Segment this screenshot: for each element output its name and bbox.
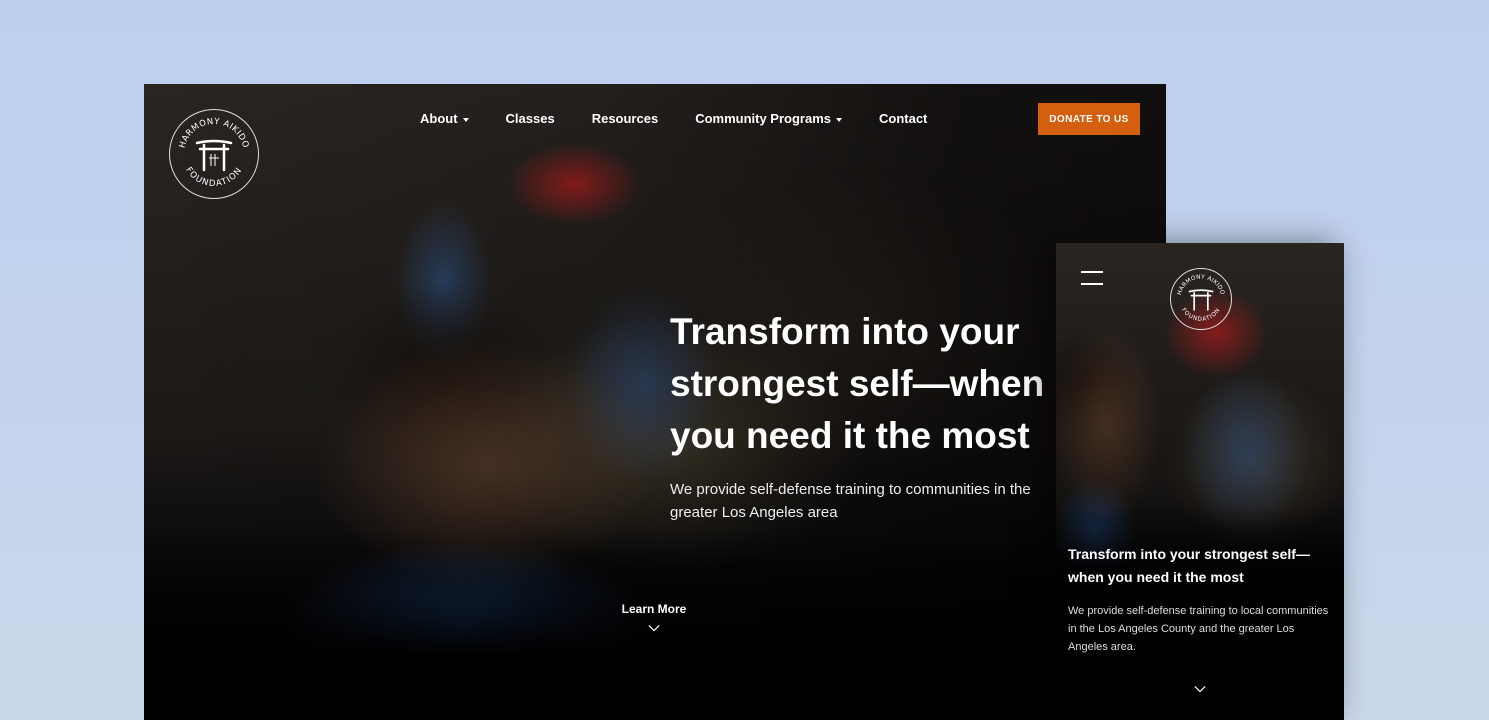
hero-subtitle: We provide self-defense training to comm… bbox=[670, 481, 1031, 521]
caret-down-icon bbox=[836, 117, 842, 122]
nav-label: Resources bbox=[591, 111, 659, 126]
chevron-down-icon[interactable] bbox=[1194, 683, 1206, 695]
nav-item-about[interactable]: About bbox=[420, 111, 469, 126]
mobile-hero-title: Transform into your strongest self—when … bbox=[1068, 546, 1310, 585]
nav-item-classes[interactable]: Classes bbox=[506, 111, 555, 126]
caret-down-icon bbox=[462, 117, 469, 122]
svg-text:FOUNDATION: FOUNDATION bbox=[183, 165, 244, 189]
learn-more-link[interactable]: Learn More bbox=[614, 602, 694, 634]
hero-title: Transform into your strongest self—when … bbox=[670, 311, 1045, 456]
chevron-down-icon bbox=[648, 625, 660, 632]
mobile-foundation-logo[interactable]: HARMONY AIKIDO FOUNDATION bbox=[1170, 268, 1232, 330]
main-nav: About Classes Resources Community Progra… bbox=[420, 111, 964, 126]
desktop-mockup: HARMONY AIKIDO FOUNDATION About Classes … bbox=[144, 84, 1166, 720]
logo-bottom-text: FOUNDATION bbox=[183, 165, 243, 189]
mobile-mockup: HARMONY AIKIDO FOUNDATION Transform into… bbox=[1056, 243, 1344, 720]
nav-label: Classes bbox=[505, 111, 555, 126]
torii-gate-icon: HARMONY AIKIDO FOUNDATION bbox=[178, 117, 251, 189]
torii-gate-icon: HARMONY AIKIDO FOUNDATION bbox=[1177, 274, 1225, 323]
nav-item-resources[interactable]: Resources bbox=[592, 111, 658, 126]
donate-button[interactable]: DONATE TO US bbox=[1038, 103, 1140, 135]
learn-more-label: Learn More bbox=[621, 602, 687, 616]
hamburger-menu-icon[interactable] bbox=[1081, 271, 1103, 285]
mobile-logo-top-text: HARMONY AIKIDO bbox=[1177, 274, 1225, 296]
nav-label: Community Programs bbox=[695, 111, 831, 126]
nav-item-community-programs[interactable]: Community Programs bbox=[695, 111, 842, 126]
svg-text:HARMONY AIKIDO: HARMONY AIKIDO bbox=[178, 117, 251, 150]
svg-text:FOUNDATION: FOUNDATION bbox=[1180, 307, 1222, 323]
svg-text:HARMONY AIKIDO: HARMONY AIKIDO bbox=[1177, 274, 1225, 296]
nav-label: About bbox=[420, 111, 458, 126]
nav-label: Contact bbox=[879, 111, 928, 126]
logo-top-text: HARMONY AIKIDO bbox=[178, 117, 250, 150]
mobile-logo-bottom-text: FOUNDATION bbox=[1180, 307, 1221, 323]
nav-item-contact[interactable]: Contact bbox=[879, 111, 927, 126]
mobile-hero-subtitle: We provide self-defense training to loca… bbox=[1068, 605, 1329, 653]
foundation-logo[interactable]: HARMONY AIKIDO FOUNDATION bbox=[169, 109, 259, 199]
